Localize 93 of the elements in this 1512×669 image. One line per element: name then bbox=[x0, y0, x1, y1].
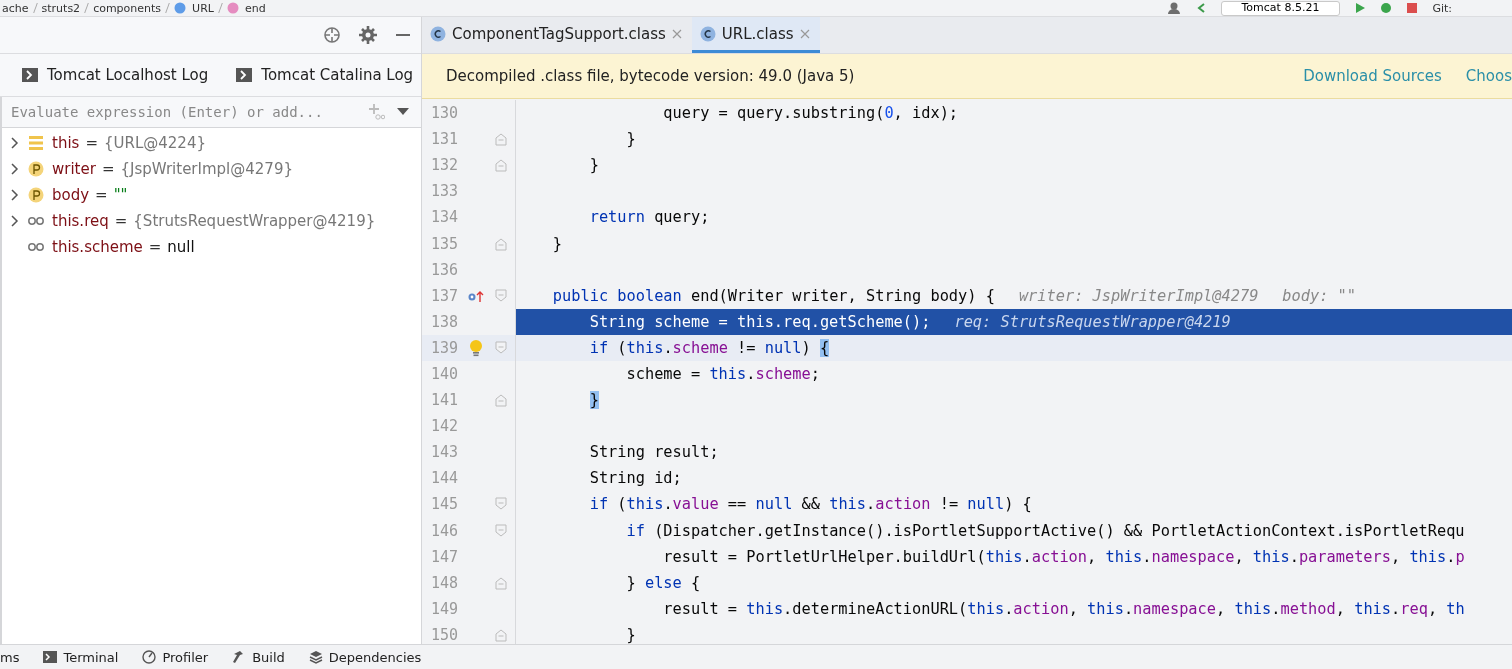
dropdown-icon[interactable] bbox=[397, 108, 409, 116]
code-line: if (Dispatcher.getInstance().isPortletSupportActive() && PortletActionContext.isPortletRequ bbox=[625, 520, 1466, 542]
fold-icon[interactable] bbox=[495, 627, 507, 642]
variable-entry[interactable]: this.scheme = null bbox=[52, 238, 195, 256]
code-line: String id; bbox=[588, 468, 683, 490]
fold-icon[interactable] bbox=[495, 523, 507, 538]
line-number: 142 bbox=[429, 417, 458, 436]
code-line: if (this.scheme != null) { bbox=[588, 337, 831, 359]
code-line: public boolean end(Writer writer, String body) { writer: JspWriterImpl@4279 body: "" bbox=[551, 285, 1358, 307]
parameter-icon bbox=[28, 187, 44, 203]
fold-icon[interactable] bbox=[495, 132, 507, 147]
code-line: } bbox=[551, 233, 564, 255]
tool-window-button[interactable]: Profiler bbox=[142, 649, 209, 665]
tool-window-button[interactable]: Terminal bbox=[43, 649, 119, 665]
evaluate-field[interactable]: Evaluate expression (Enter) or add... bbox=[11, 104, 355, 120]
code-line: result = PortletUrlHelper.buildUrl(this.action, this.namespace, this.parameters, this.p bbox=[662, 546, 1466, 568]
line-number: 146 bbox=[429, 521, 458, 540]
console-icon bbox=[22, 68, 38, 82]
code-line: query = query.substring(0, idx); bbox=[662, 103, 960, 125]
class-file-icon bbox=[430, 25, 446, 42]
stop-icon[interactable] bbox=[1406, 2, 1419, 14]
code-line: String result; bbox=[588, 442, 720, 464]
editor-tab[interactable]: ComponentTagSupport.class bbox=[422, 17, 692, 53]
breadcrumb-item[interactable]: components bbox=[93, 1, 162, 15]
breadcrumb-item[interactable]: ache bbox=[2, 1, 29, 15]
line-number: 141 bbox=[429, 391, 458, 410]
run-icon[interactable] bbox=[1354, 2, 1367, 14]
tool-window-button[interactable]: ms bbox=[0, 649, 20, 665]
variable-entry[interactable]: this = {URL@4224} bbox=[52, 134, 206, 152]
breadcrumb-item[interactable]: end bbox=[244, 1, 266, 15]
code-line: } bbox=[625, 624, 637, 644]
fold-icon[interactable] bbox=[495, 497, 507, 512]
debug-icon[interactable] bbox=[1380, 2, 1393, 14]
method-icon bbox=[226, 2, 239, 14]
class-file-icon bbox=[699, 25, 716, 42]
breadcrumb-item[interactable]: struts2 bbox=[41, 1, 81, 15]
variable-entry[interactable]: this.req = {StrutsRequestWrapper@4219} bbox=[52, 212, 376, 230]
variable-entry[interactable]: body = "" bbox=[52, 186, 128, 204]
line-number: 133 bbox=[429, 182, 458, 201]
run-configuration-selector[interactable]: Tomcat 8.5.21 bbox=[1220, 0, 1341, 16]
crosshair-icon[interactable] bbox=[323, 26, 341, 44]
log-tab[interactable]: Tomcat Catalina Log bbox=[236, 66, 414, 84]
line-number: 136 bbox=[429, 260, 458, 279]
line-number: 132 bbox=[429, 156, 458, 175]
terminal-icon bbox=[43, 650, 58, 664]
code-line: return query; bbox=[588, 207, 711, 229]
line-number: 139 bbox=[429, 338, 458, 357]
line-number: 147 bbox=[429, 547, 458, 566]
line-number: 130 bbox=[429, 104, 458, 123]
line-number: 148 bbox=[429, 573, 458, 592]
fold-icon[interactable] bbox=[495, 575, 507, 590]
line-number: 140 bbox=[429, 365, 458, 383]
class-icon bbox=[174, 2, 187, 14]
code-line: scheme = this.scheme; bbox=[625, 364, 821, 385]
close-icon[interactable] bbox=[799, 28, 810, 39]
code-line: } else { bbox=[625, 572, 702, 594]
tool-window-button[interactable]: Build bbox=[232, 649, 285, 665]
breadcrumb-item[interactable]: URL bbox=[192, 1, 214, 15]
console-icon bbox=[236, 68, 253, 82]
add-watch-icon[interactable] bbox=[367, 103, 385, 121]
line-number: 144 bbox=[429, 469, 458, 488]
line-number: 150 bbox=[429, 625, 458, 644]
settings-icon[interactable] bbox=[359, 26, 377, 44]
line-number: 131 bbox=[429, 130, 458, 149]
user-icon[interactable] bbox=[1166, 2, 1181, 14]
line-number: 138 bbox=[429, 312, 458, 331]
code-line: } bbox=[588, 155, 600, 177]
vcs-label: Git: bbox=[1432, 1, 1452, 15]
tool-window-button[interactable]: Dependencies bbox=[308, 649, 422, 665]
banner-message: Decompiled .class file, bytecode version: 49.0 (Java 5) bbox=[446, 67, 855, 85]
fold-icon[interactable] bbox=[495, 236, 507, 251]
stack-icon bbox=[308, 650, 323, 664]
fields-icon bbox=[28, 135, 44, 151]
editor-tab[interactable]: URL.class bbox=[691, 17, 820, 53]
line-number: 137 bbox=[429, 286, 458, 305]
gauge-icon bbox=[142, 650, 157, 664]
code-line: result = this.determineActionURL(this.action, this.namespace, this.method, this.req, th bbox=[662, 598, 1466, 620]
fold-icon[interactable] bbox=[495, 288, 507, 303]
fold-icon[interactable] bbox=[495, 158, 507, 173]
code-line: if (this.value == null && this.action != null) { bbox=[588, 494, 1033, 516]
parameter-icon bbox=[28, 161, 44, 177]
line-number: 149 bbox=[429, 599, 458, 618]
line-number: 135 bbox=[429, 234, 458, 253]
line-number: 134 bbox=[429, 208, 458, 227]
variable-entry[interactable]: writer = {JspWriterImpl@4279} bbox=[52, 160, 293, 178]
close-icon[interactable] bbox=[671, 28, 682, 39]
log-tab[interactable]: Tomcat Localhost Log bbox=[22, 66, 209, 84]
fold-icon[interactable] bbox=[495, 340, 507, 355]
lightbulb-icon[interactable] bbox=[469, 338, 483, 357]
line-number: 143 bbox=[429, 443, 458, 462]
fold-icon[interactable] bbox=[495, 393, 507, 408]
line-number: 145 bbox=[429, 495, 458, 514]
code-line: } bbox=[625, 129, 637, 151]
